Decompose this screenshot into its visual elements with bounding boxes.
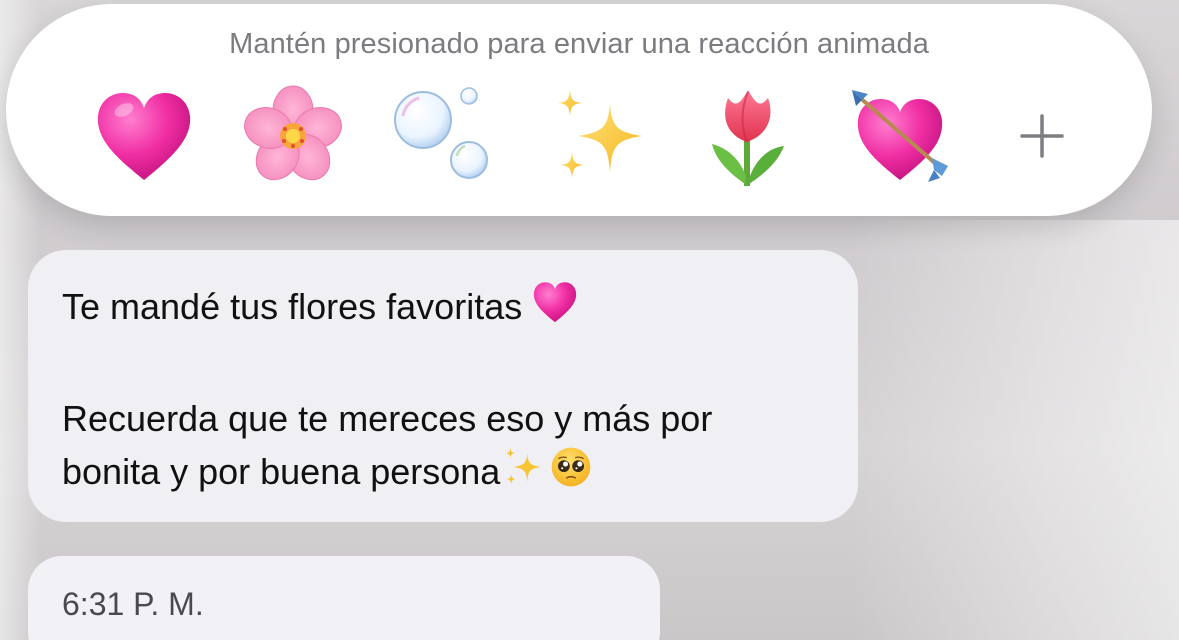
- heart-icon: [532, 280, 578, 333]
- plus-icon: [1020, 114, 1064, 158]
- heart-with-arrow-icon: [852, 90, 948, 182]
- reaction-row: [6, 82, 1152, 192]
- message-line-1-text: Te mandé tus flores favoritas: [62, 285, 523, 327]
- reaction-tulip-button[interactable]: [694, 82, 802, 190]
- tulip-icon: [712, 90, 784, 186]
- reaction-heart-arrow-button[interactable]: [846, 82, 954, 190]
- reaction-picker: Mantén presionado para enviar una reacci…: [6, 4, 1152, 216]
- reaction-heart-button[interactable]: [90, 82, 198, 190]
- sparkles-icon: [558, 90, 642, 178]
- message-bubble[interactable]: Te mandé tus flores favoritas Recuerda q…: [28, 250, 858, 522]
- message-timestamp: 6:31 P. M.: [62, 586, 204, 622]
- message-line-2: Recuerda que te mereces eso y más por: [62, 398, 712, 440]
- message-line-1: Te mandé tus flores favoritas: [62, 280, 578, 333]
- reaction-bubbles-button[interactable]: [389, 82, 497, 190]
- sparkles-icon: [502, 446, 544, 497]
- timestamp-bubble: 6:31 P. M.: [28, 556, 660, 640]
- bubbles-icon: [394, 87, 488, 179]
- reaction-cherry-blossom-button[interactable]: [239, 82, 347, 190]
- cherry-blossom-icon: [244, 85, 342, 181]
- more-reactions-button[interactable]: [988, 82, 1096, 190]
- message-line-2-text: Recuerda que te mereces eso y más por: [62, 398, 713, 439]
- reaction-hint-text: Mantén presionado para enviar una reacci…: [229, 28, 929, 60]
- reaction-sparkles-button[interactable]: [546, 82, 654, 190]
- background-shade: [849, 220, 1179, 640]
- message-line-3: bonita y por buena persona: [62, 446, 592, 497]
- heart-icon: [97, 92, 191, 180]
- pleading-face-icon: [550, 446, 592, 497]
- message-line-3-text: bonita y por buena persona: [62, 450, 501, 492]
